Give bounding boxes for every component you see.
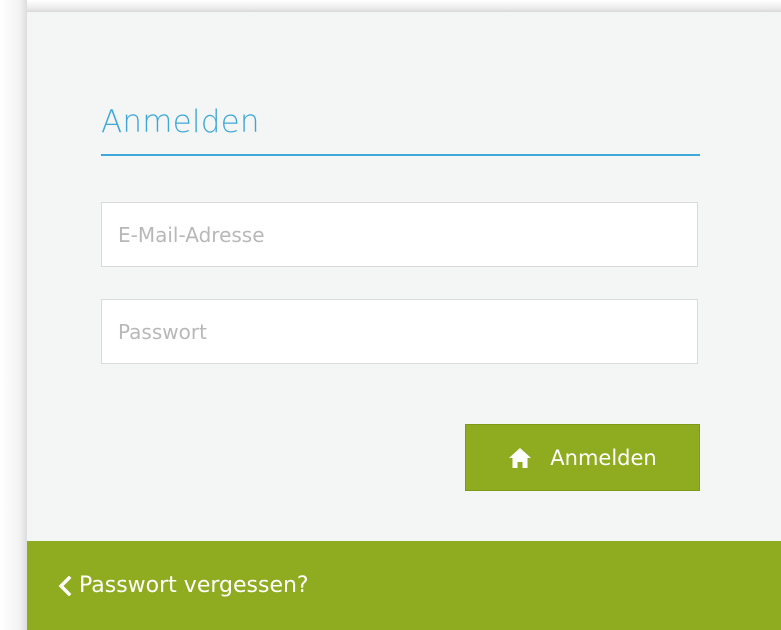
login-window: Anmelden Anmelden Passwort vergessen?: [0, 0, 781, 630]
window-left-edge: [0, 0, 27, 630]
login-button-label: Anmelden: [550, 445, 657, 470]
title-underline: [101, 154, 700, 156]
login-button[interactable]: Anmelden: [465, 424, 700, 491]
window-top-edge: [27, 0, 781, 12]
forgot-password-label: Passwort vergessen?: [79, 573, 309, 598]
login-title: Anmelden: [101, 104, 260, 140]
password-field[interactable]: [101, 299, 698, 364]
email-field[interactable]: [101, 202, 698, 267]
forgot-password-link[interactable]: Passwort vergessen?: [27, 541, 781, 630]
chevron-left-icon: [58, 575, 72, 596]
login-panel: Anmelden Anmelden: [27, 12, 781, 630]
home-icon: [508, 447, 532, 469]
